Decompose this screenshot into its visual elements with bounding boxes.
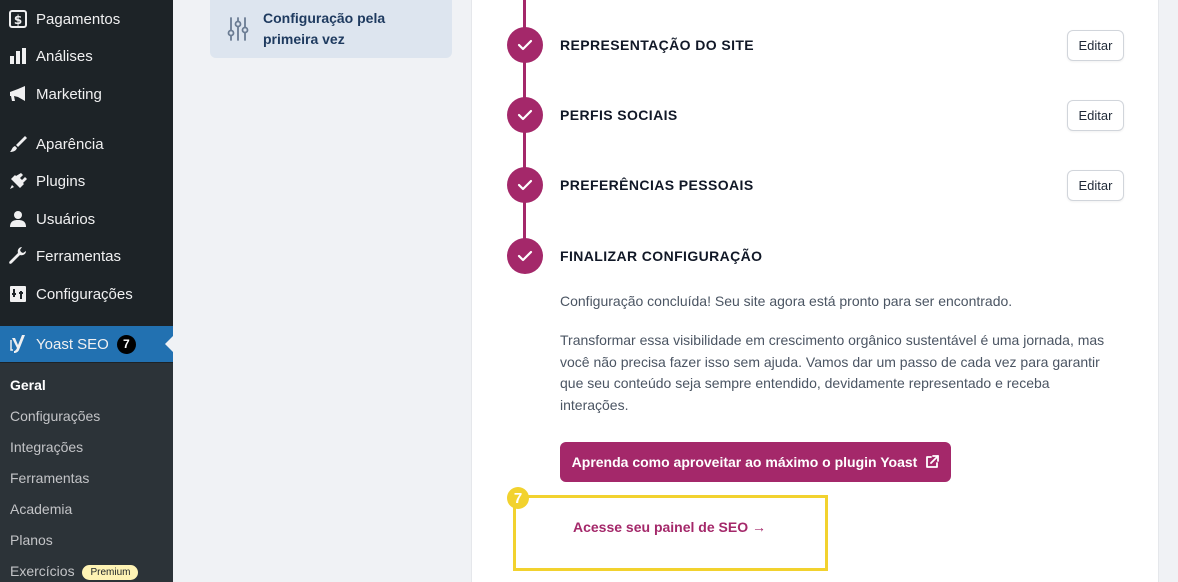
menu-label: Marketing bbox=[36, 85, 102, 103]
step-title-personal-preferences: PREFERÊNCIAS PESSOAIS bbox=[560, 177, 754, 193]
seo-dashboard-link[interactable]: Acesse seu painel de SEO → bbox=[573, 519, 766, 535]
megaphone-icon bbox=[0, 84, 36, 104]
user-icon bbox=[0, 209, 36, 229]
edit-social-profiles-button[interactable]: Editar bbox=[1067, 100, 1124, 131]
submenu-item-geral[interactable]: Geral bbox=[10, 377, 46, 393]
step-title-social-profiles: PERFIS SOCIAIS bbox=[560, 107, 678, 123]
yoast-icon bbox=[0, 334, 36, 354]
paintbrush-icon bbox=[0, 134, 36, 154]
edit-personal-preferences-button[interactable]: Editar bbox=[1067, 170, 1124, 201]
menu-label: Análises bbox=[36, 47, 93, 65]
edit-site-representation-button[interactable]: Editar bbox=[1067, 30, 1124, 61]
settings-icon bbox=[0, 284, 36, 304]
menu-label: Pagamentos bbox=[36, 10, 121, 28]
premium-badge: Premium bbox=[82, 564, 139, 580]
menu-label: Plugins bbox=[36, 172, 86, 190]
step-complete-icon bbox=[507, 27, 543, 63]
bar-chart-icon bbox=[0, 46, 36, 66]
admin-sidebar: $ Pagamentos Análises Marketing Aparênci… bbox=[0, 0, 173, 582]
menu-item-configuracoes[interactable]: Configurações bbox=[0, 276, 173, 312]
menu-label: Aparência bbox=[36, 135, 104, 153]
learn-yoast-label: Aprenda como aproveitar ao máximo o plug… bbox=[571, 454, 918, 470]
menu-label: Yoast SEO bbox=[36, 335, 109, 353]
menu-label: Configurações bbox=[36, 285, 133, 303]
submenu-item-ferramentas[interactable]: Ferramentas bbox=[10, 470, 89, 486]
step-title-site-representation: REPRESENTAÇÃO DO SITE bbox=[560, 37, 755, 53]
menu-item-ferramentas[interactable]: Ferramentas bbox=[0, 238, 173, 274]
submenu-item-integracoes[interactable]: Integrações bbox=[10, 439, 83, 455]
nav-item-label: Configuração pela primeira vez bbox=[263, 10, 386, 47]
nav-item-first-time-configuration[interactable]: Configuração pela primeira vez bbox=[210, 0, 452, 58]
submenu-item-planos[interactable]: Planos bbox=[10, 532, 53, 548]
svg-text:$: $ bbox=[14, 13, 22, 27]
menu-label: Ferramentas bbox=[36, 247, 122, 265]
menu-item-usuarios[interactable]: Usuários bbox=[0, 201, 173, 237]
menu-item-aparencia[interactable]: Aparência bbox=[0, 126, 173, 162]
menu-item-plugins[interactable]: Plugins bbox=[0, 163, 173, 199]
dollar-icon: $ bbox=[0, 9, 36, 29]
completion-description: Transformar essa visibilidade em crescim… bbox=[560, 332, 1105, 413]
notification-badge: 7 bbox=[116, 334, 136, 354]
menu-item-marketing[interactable]: Marketing bbox=[0, 76, 173, 112]
menu-label: Usuários bbox=[36, 210, 96, 228]
step-complete-icon bbox=[507, 167, 543, 203]
step-complete-icon bbox=[507, 238, 543, 274]
submenu-item-academia[interactable]: Academia bbox=[10, 501, 72, 517]
menu-item-analises[interactable]: Análises bbox=[0, 38, 173, 74]
submenu-item-configuracoes[interactable]: Configurações bbox=[10, 408, 100, 424]
wrench-icon bbox=[0, 246, 36, 266]
sliders-icon bbox=[227, 17, 249, 41]
annotation-step-badge: 7 bbox=[507, 487, 529, 509]
menu-item-yoast-seo[interactable]: Yoast SEO 7 bbox=[0, 326, 173, 362]
menu-item-pagamentos[interactable]: $ Pagamentos bbox=[0, 1, 173, 37]
plug-icon bbox=[0, 171, 36, 191]
submenu-label: Exercícios bbox=[10, 563, 75, 579]
submenu-item-exercicios[interactable]: Exercícios Premium bbox=[10, 563, 139, 580]
step-title-finish-configuration: FINALIZAR CONFIGURAÇÃO bbox=[560, 248, 763, 264]
learn-yoast-button[interactable]: Aprenda como aproveitar ao máximo o plug… bbox=[560, 442, 951, 482]
step-complete-icon bbox=[507, 97, 543, 133]
external-link-icon bbox=[926, 455, 940, 468]
yoast-submenu: Geral Configurações Integrações Ferramen… bbox=[0, 363, 173, 582]
completion-message: Configuração concluída! Seu site agora e… bbox=[560, 293, 1013, 309]
